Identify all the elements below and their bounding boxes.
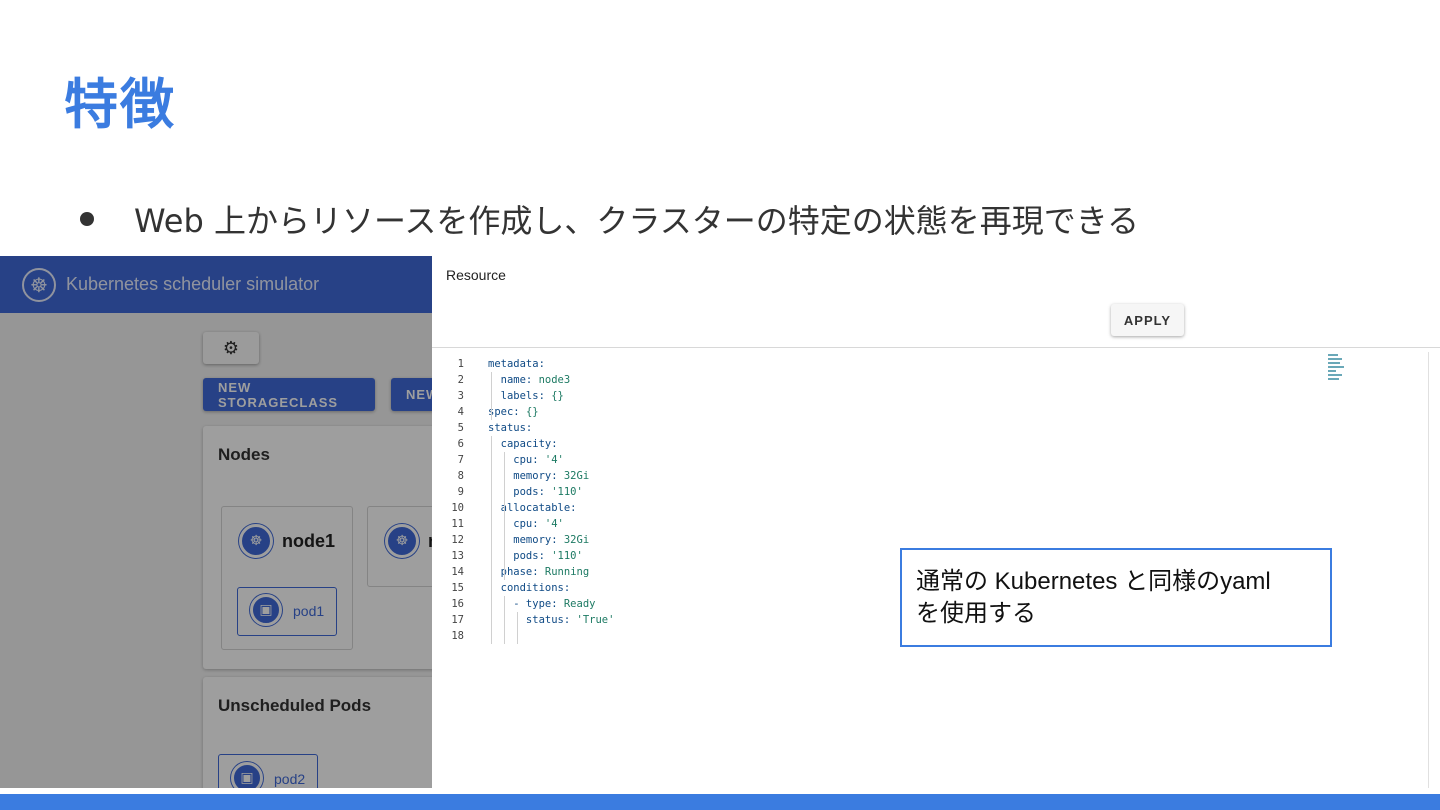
code-text: metadata: xyxy=(488,356,545,372)
line-number: 10 xyxy=(451,502,464,514)
yaml-value: '110' xyxy=(551,486,583,498)
line-number: 18 xyxy=(451,630,464,642)
line-number: 14 xyxy=(451,566,464,578)
code-text: status: xyxy=(488,420,532,436)
line-number: 4 xyxy=(457,406,464,418)
yaml-value: '110' xyxy=(551,550,583,562)
code-text: pods: '110' xyxy=(488,548,583,564)
bullet-point: Web 上からリソースを作成し、クラスターの特定の状態を再現できる xyxy=(80,196,1139,242)
yaml-key: spec: xyxy=(488,406,526,418)
line-number: 16 xyxy=(451,598,464,610)
yaml-value: '4' xyxy=(544,454,564,466)
resource-dialog: Resource APPLY 1 metadata: 2 name: node3 3 … xyxy=(432,256,1440,788)
code-text: conditions: xyxy=(488,580,571,596)
yaml-value: node3 xyxy=(538,374,571,386)
yaml-key: cpu: xyxy=(488,518,545,530)
line-number: 1 xyxy=(457,358,464,370)
code-text: status: 'True' xyxy=(488,612,615,628)
divider xyxy=(432,347,1440,348)
code-text: name: node3 xyxy=(488,372,571,388)
apply-button[interactable]: APPLY xyxy=(1111,304,1184,336)
slide-title: 特徴 xyxy=(64,73,176,136)
app-screenshot: ☸ Kubernetes scheduler simulator ⚙ NEW S… xyxy=(0,256,1440,788)
yaml-key: conditions: xyxy=(488,582,571,594)
line-number: 8 xyxy=(457,470,464,482)
code-text: spec: {} xyxy=(488,404,539,420)
code-text: cpu: '4' xyxy=(488,452,564,468)
editor-minimap[interactable] xyxy=(1328,354,1346,386)
indent-guide xyxy=(491,372,492,420)
line-number: 6 xyxy=(457,438,464,450)
yaml-key: allocatable: xyxy=(488,502,577,514)
bullet-text: Web 上からリソースを作成し、クラスターの特定の状態を再現できる xyxy=(134,202,1140,240)
yaml-key: cpu: xyxy=(488,454,545,466)
yaml-value: 32Gi xyxy=(563,534,590,546)
indent-guide xyxy=(504,452,505,516)
line-number: 2 xyxy=(457,374,464,386)
line-number: 11 xyxy=(451,518,464,530)
yaml-key: memory: xyxy=(488,470,564,482)
bullet-dot-icon xyxy=(80,212,94,226)
line-number: 12 xyxy=(451,534,464,546)
yaml-value: 32Gi xyxy=(563,470,590,482)
yaml-value: 'True' xyxy=(576,614,615,626)
yaml-key: - type: xyxy=(488,598,564,610)
editor-scrollbar[interactable] xyxy=(1428,352,1429,788)
line-number: 17 xyxy=(451,614,464,626)
yaml-key: phase: xyxy=(488,566,545,578)
code-text: cpu: '4' xyxy=(488,516,564,532)
callout-text: 通常の Kubernetes と同様のyaml を使用する xyxy=(916,568,1271,627)
code-text: capacity: xyxy=(488,436,558,452)
indent-guide xyxy=(504,516,505,580)
yaml-value: Running xyxy=(544,566,590,578)
yaml-value: '4' xyxy=(544,518,564,530)
code-text: allocatable: xyxy=(488,500,577,516)
code-text: labels: {} xyxy=(488,388,564,404)
line-number: 13 xyxy=(451,550,464,562)
yaml-key: metadata: xyxy=(488,358,545,370)
code-text: pods: '110' xyxy=(488,484,583,500)
yaml-value: {} xyxy=(551,390,564,402)
dialog-title: Resource xyxy=(446,267,506,283)
yaml-key: labels: xyxy=(488,390,552,402)
line-number: 15 xyxy=(451,582,464,594)
modal-backdrop[interactable] xyxy=(0,256,432,788)
line-number: 3 xyxy=(457,390,464,402)
yaml-key: status: xyxy=(488,422,533,434)
yaml-key: pods: xyxy=(488,550,552,562)
footer-bar xyxy=(0,794,1440,810)
line-number: 7 xyxy=(457,454,464,466)
indent-guide xyxy=(517,612,518,644)
line-number: 5 xyxy=(457,422,464,434)
indent-guide xyxy=(491,436,492,644)
yaml-value: Ready xyxy=(563,598,596,610)
callout-note: 通常の Kubernetes と同様のyaml を使用する xyxy=(900,548,1332,647)
yaml-key: name: xyxy=(488,374,539,386)
yaml-key: pods: xyxy=(488,486,552,498)
yaml-key: capacity: xyxy=(488,438,558,450)
indent-guide xyxy=(504,596,505,644)
yaml-key: memory: xyxy=(488,534,564,546)
yaml-key: status: xyxy=(488,614,577,626)
line-number: 9 xyxy=(457,486,464,498)
yaml-value: {} xyxy=(525,406,539,418)
